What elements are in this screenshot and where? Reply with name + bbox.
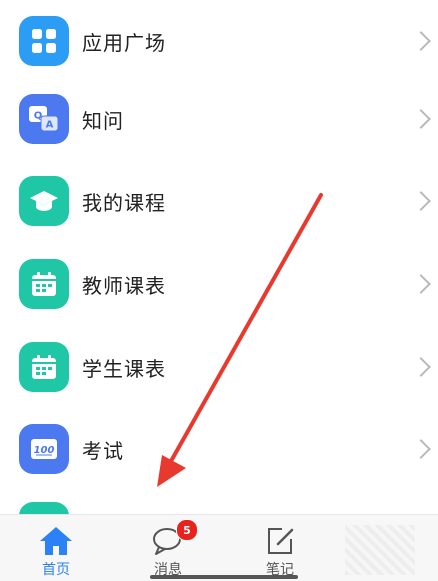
menu-item-student-schedule[interactable]: 学生课表 [0,326,438,408]
tab-home[interactable]: 首页 [16,515,96,581]
tab-label: 首页 [42,562,70,578]
tab-notes[interactable]: 笔记 [240,515,320,581]
calendar-icon [19,342,69,392]
menu-item-label: 考试 [82,438,124,463]
menu-item-label: 教师课表 [82,273,166,298]
menu-item-exam[interactable]: 100 考试 [0,408,438,490]
calendar-icon [19,259,69,309]
home-icon [40,527,72,555]
qa-icon-a: A [46,120,54,131]
menu-item-label: 我的课程 [82,190,166,215]
menu-item-zhiwen[interactable]: Q A 知问 [0,78,438,160]
chevron-right-icon [411,357,431,377]
exam-score-text: 100 [34,445,55,456]
menu-item-teacher-schedule[interactable]: 教师课表 [0,243,438,325]
note-edit-icon [268,528,294,554]
menu-item-label: 知问 [82,108,124,133]
menu-item-my-courses[interactable]: 我的课程 [0,160,438,242]
chevron-right-icon [411,191,431,211]
qa-icon: Q A [19,94,69,144]
chevron-right-icon [411,31,431,51]
graduation-cap-icon [19,176,69,226]
exam-score-icon: 100 [19,424,69,474]
menu-item-app-square[interactable]: 应用广场 [0,0,438,82]
menu-item-label: 应用广场 [82,30,166,55]
chevron-right-icon [411,439,431,459]
blurred-watermark [345,525,415,575]
menu-item-label: 学生课表 [82,356,166,381]
home-indicator [150,575,298,579]
message-count-badge: 5 [176,519,198,541]
chevron-right-icon [411,109,431,129]
grid-icon [19,16,69,66]
chevron-right-icon [411,274,431,294]
bottom-tab-bar: 首页 消息 笔记 [0,514,438,581]
